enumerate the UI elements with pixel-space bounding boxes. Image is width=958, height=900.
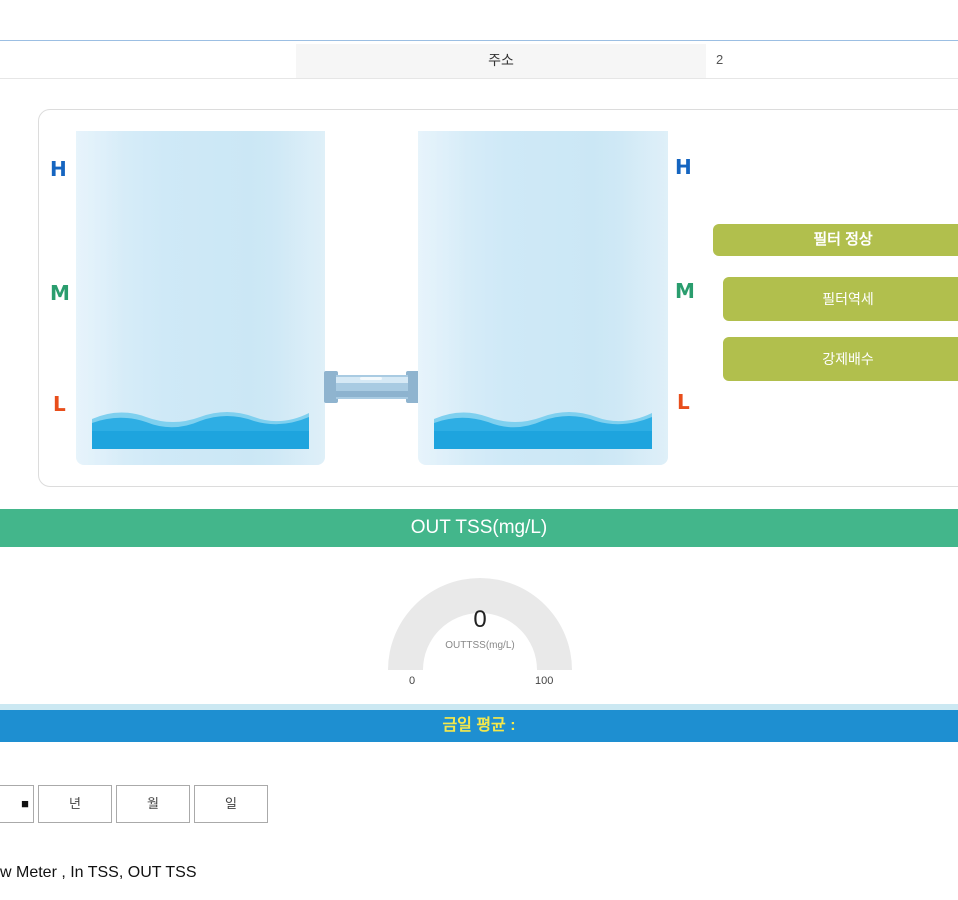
level-high-right: H [675,155,692,179]
connecting-pipe [324,371,420,403]
gauge-label: OUTTSS(mg/L) [445,640,515,651]
level-mid-left: M [50,281,70,305]
filter-status-badge: 필터 정상 [713,224,958,256]
gauge-max: 100 [535,675,554,687]
level-mid-right: M [675,279,695,303]
left-tank-water [92,412,309,449]
backwash-button[interactable]: 필터역세 [723,277,958,321]
right-tank [418,131,668,465]
tab-partial[interactable]: ■ [0,785,34,823]
address-value: 2 [716,52,724,67]
level-low-right: L [677,390,690,414]
address-label: 주소 [296,44,706,78]
tab-month[interactable]: 월 [116,785,190,823]
forced-drain-button[interactable]: 강제배수 [723,337,958,381]
left-tank [76,131,325,465]
address-row: 주소 2 [0,44,958,79]
daily-average-bar: 금일 평균 : [0,710,958,742]
level-low-left: L [53,392,66,416]
out-tss-header: OUT TSS(mg/L) [0,509,958,547]
gauge-value: 0 [473,606,487,633]
right-tank-water [434,412,652,449]
level-high-left: H [50,157,67,181]
tab-day[interactable]: 일 [194,785,268,823]
top-divider [0,40,958,41]
tab-year[interactable]: 년 [38,785,112,823]
gauge-min: 0 [409,675,416,687]
chart-series-legend: w Meter , In TSS, OUT TSS [0,864,197,881]
